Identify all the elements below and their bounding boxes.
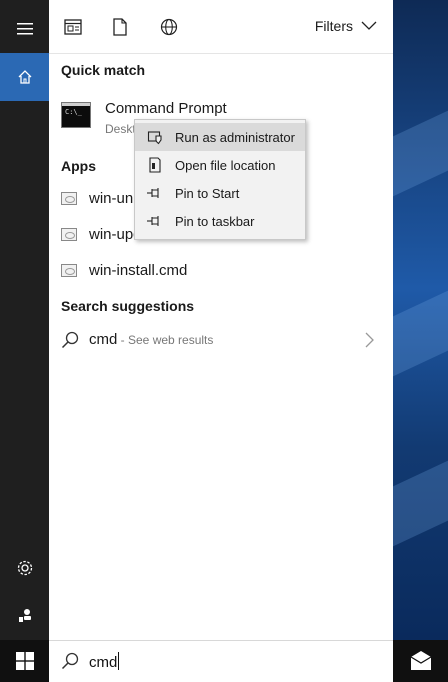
documents-filter-button[interactable] [108, 15, 132, 39]
search-query-text: cmd [89, 654, 118, 671]
menu-item-label: Run as administrator [175, 129, 295, 145]
script-file-icon [61, 192, 77, 205]
menu-item-run-as-administrator[interactable]: Run as administrator [135, 123, 305, 151]
section-heading-search-suggestions: Search suggestions [61, 298, 195, 314]
windows-logo-icon [15, 652, 34, 670]
web-suggestion-item[interactable]: cmd - See web results [49, 322, 393, 358]
pin-icon [135, 187, 175, 199]
menu-item-pin-to-taskbar[interactable]: Pin to taskbar [135, 207, 305, 235]
script-file-icon [61, 228, 77, 241]
desktop-background [393, 0, 448, 640]
globe-icon [160, 18, 178, 36]
chevron-right-icon [365, 332, 374, 348]
web-filter-button[interactable] [157, 15, 181, 39]
feedback-button[interactable] [0, 592, 49, 640]
taskbar-search-box[interactable]: cmd [49, 640, 393, 682]
best-match-title: Command Prompt [105, 100, 227, 117]
menu-item-label: Pin to Start [175, 185, 240, 201]
search-top-bar: Filters [49, 0, 393, 54]
hamburger-icon [16, 23, 33, 35]
best-match-subtitle: Deskt [105, 122, 136, 136]
shield-icon [135, 129, 175, 145]
menu-item-label: Pin to taskbar [175, 213, 255, 229]
context-menu: Run as administrator Open file location … [134, 119, 306, 240]
menu-item-open-file-location[interactable]: Open file location [135, 151, 305, 179]
suggestion-text: cmd - See web results [89, 331, 213, 348]
search-icon [61, 652, 79, 670]
action-center-button[interactable] [393, 640, 448, 682]
filters-label: Filters [314, 18, 353, 34]
file-location-icon [135, 157, 175, 173]
section-heading-quick-match: Quick match [61, 62, 146, 78]
menu-item-pin-to-start[interactable]: Pin to Start [135, 179, 305, 207]
text-caret [118, 652, 120, 670]
suggestion-query: cmd [89, 331, 118, 348]
apps-filter-button[interactable] [61, 15, 85, 39]
app-label: win-un [89, 190, 134, 207]
menu-item-label: Open file location [175, 157, 276, 173]
action-center-icon [410, 651, 431, 670]
home-button[interactable] [0, 53, 49, 101]
gear-icon [17, 560, 32, 576]
start-left-rail [0, 0, 49, 640]
app-window-icon [64, 19, 82, 35]
hamburger-menu-button[interactable] [0, 5, 49, 53]
list-item[interactable]: win-install.cmd [49, 253, 393, 289]
suggestion-web-hint: - See web results [117, 333, 214, 347]
search-input[interactable]: cmd [89, 652, 120, 671]
search-icon [61, 331, 79, 349]
pin-icon [135, 215, 175, 227]
document-icon [113, 18, 127, 36]
app-label: win-install.cmd [89, 262, 188, 279]
command-prompt-icon: C:\_ [61, 102, 91, 128]
section-heading-apps: Apps [61, 158, 96, 174]
home-icon [18, 70, 31, 84]
search-results-panel: Filters Quick match C:\_ Command Prompt … [49, 0, 393, 640]
chevron-down-icon [361, 21, 377, 30]
filters-dropdown[interactable]: Filters [315, 18, 377, 34]
script-file-icon [61, 264, 77, 277]
taskbar: cmd [0, 640, 448, 682]
feedback-icon [18, 609, 31, 622]
settings-button[interactable] [0, 544, 49, 592]
start-button[interactable] [0, 640, 49, 682]
